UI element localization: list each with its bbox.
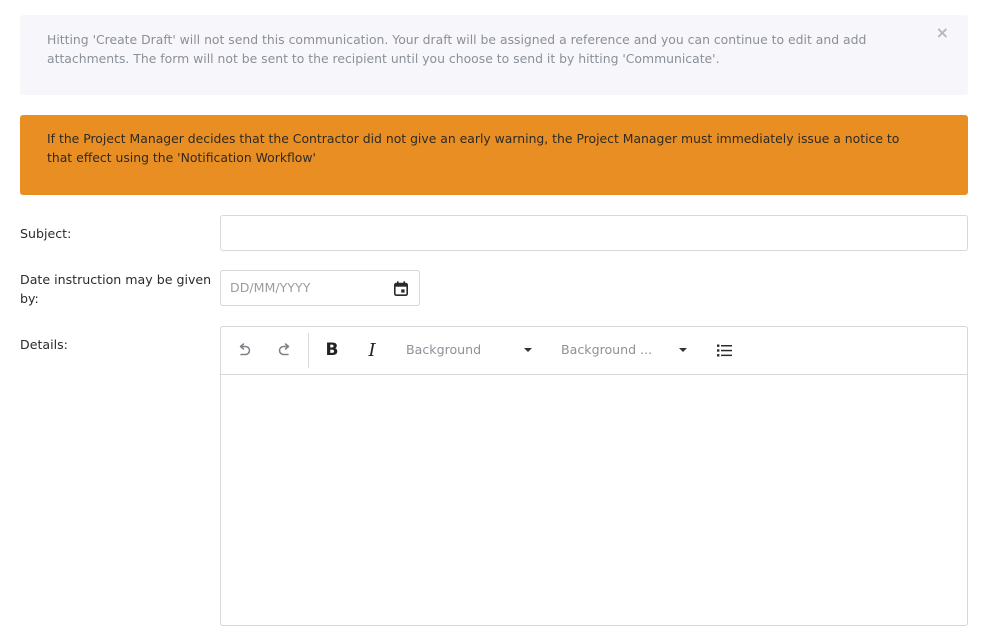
editor-content-area[interactable]	[221, 375, 967, 625]
chevron-down-icon	[679, 348, 687, 352]
calendar-icon[interactable]	[394, 281, 408, 296]
warning-alert-text-line2: that effect using the 'Notification Work…	[47, 150, 316, 165]
editor-toolbar: B I Background Background ...	[221, 327, 967, 375]
date-placeholder: DD/MM/YYYY	[230, 280, 311, 295]
info-alert-text-line1: Hitting 'Create Draft' will not send thi…	[47, 32, 867, 47]
close-icon[interactable]: ×	[936, 25, 949, 41]
date-label-line1: Date instruction may be given	[20, 272, 212, 287]
redo-icon	[278, 343, 290, 356]
date-label: Date instruction may be given by:	[20, 270, 212, 308]
italic-button[interactable]: I	[359, 337, 385, 363]
subject-input[interactable]	[220, 215, 968, 251]
subject-label: Subject:	[20, 226, 72, 241]
info-alert: Hitting 'Create Draft' will not send thi…	[20, 15, 968, 95]
bold-button[interactable]: B	[319, 337, 345, 363]
background-dropdown-label: Background	[406, 342, 482, 357]
undo-icon	[239, 343, 251, 356]
background-dropdown[interactable]: Background	[406, 340, 534, 360]
toolbar-separator	[308, 333, 309, 368]
background-color-dropdown-label: Background ...	[561, 342, 653, 357]
background-color-dropdown[interactable]: Background ...	[561, 340, 689, 360]
details-label: Details:	[20, 337, 68, 352]
warning-alert: If the Project Manager decides that the …	[20, 115, 968, 195]
redo-button[interactable]	[272, 337, 298, 363]
date-label-line2: by:	[20, 291, 39, 306]
bullet-list-icon	[716, 344, 732, 356]
details-editor: B I Background Background ...	[220, 326, 968, 626]
warning-alert-text-line1: If the Project Manager decides that the …	[47, 131, 900, 146]
chevron-down-icon	[524, 348, 532, 352]
bullet-list-button[interactable]	[711, 337, 737, 363]
info-alert-text-line2: attachments. The form will not be sent t…	[47, 51, 720, 66]
undo-button[interactable]	[231, 337, 257, 363]
date-input[interactable]: DD/MM/YYYY	[220, 270, 420, 306]
